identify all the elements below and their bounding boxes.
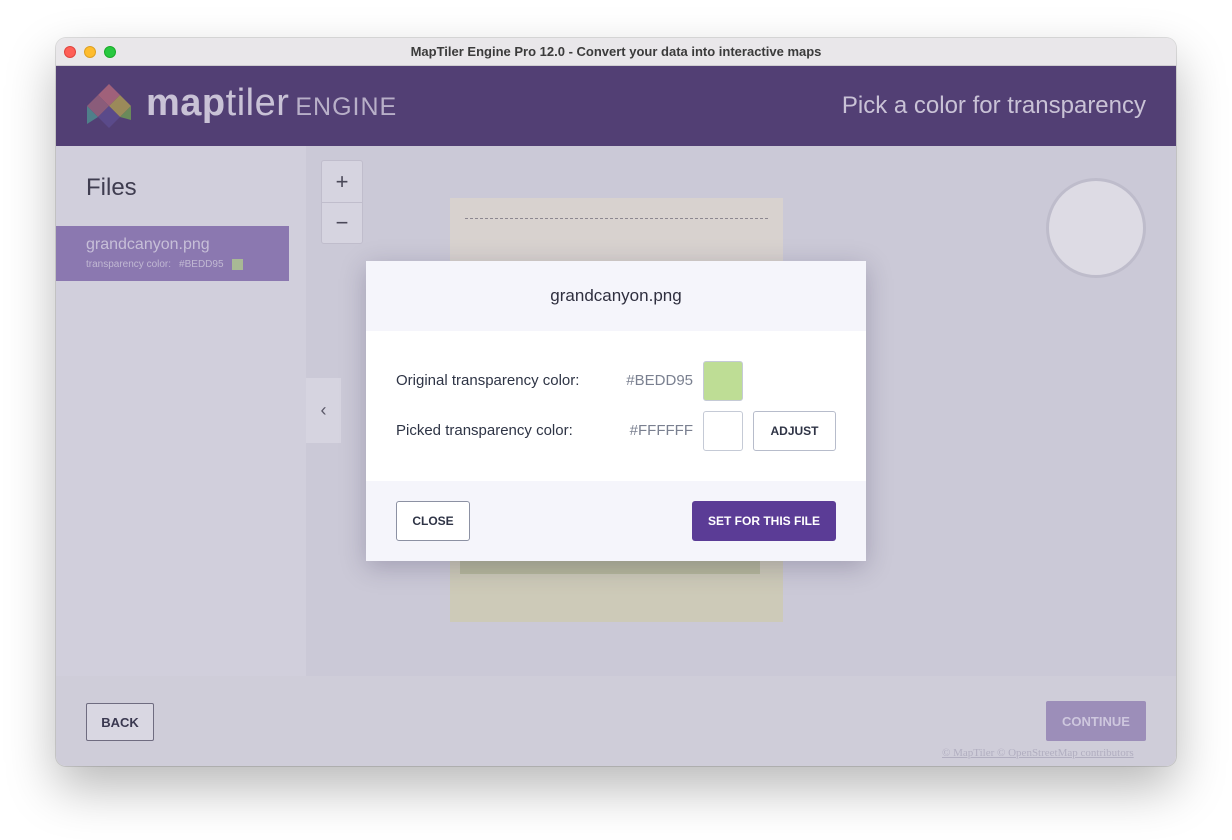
maptiler-logo-icon [87, 84, 131, 128]
original-color-swatch [703, 361, 743, 401]
close-button[interactable]: CLOSE [396, 501, 470, 541]
transparency-dialog: grandcanyon.png Original transparency co… [366, 261, 866, 561]
compass-circle[interactable] [1046, 178, 1146, 278]
app-footer: BACK CONTINUE © MapTiler © OpenStreetMap… [56, 676, 1176, 766]
continue-button[interactable]: CONTINUE [1046, 701, 1146, 741]
zoom-in-button[interactable]: + [322, 161, 362, 202]
zoom-control: + − [321, 160, 363, 244]
dialog-title: grandcanyon.png [366, 261, 866, 331]
original-color-value: #BEDD95 [626, 372, 693, 389]
plus-icon: + [335, 168, 349, 194]
picked-color-label: Picked transparency color: [396, 422, 573, 439]
transparency-color-label: transparency color: [86, 259, 172, 270]
files-heading: Files [86, 174, 137, 201]
picked-color-value: #FFFFFF [629, 422, 693, 439]
picked-color-row: Picked transparency color: #FFFFFF ADJUS… [396, 411, 836, 451]
page-title: Pick a color for transparency [841, 92, 1146, 119]
set-for-this-file-button[interactable]: SET FOR THIS FILE [692, 501, 836, 541]
files-sidebar: Files grandcanyon.png transparency color… [56, 146, 306, 676]
back-button[interactable]: BACK [86, 703, 154, 741]
minimize-window-button[interactable] [84, 46, 96, 58]
app-header: maptiler ENGINE Pick a color for transpar… [56, 66, 1176, 146]
picked-color-swatch[interactable] [703, 411, 743, 451]
transparency-color-value: #BEDD95 [179, 259, 224, 270]
file-name: grandcanyon.png [86, 236, 210, 253]
original-color-row: Original transparency color: #BEDD95 [396, 361, 836, 401]
map-image-bottom [450, 558, 783, 622]
chevron-left-icon: ‹ [320, 400, 327, 420]
adjust-button[interactable]: ADJUST [753, 411, 836, 451]
app-window: MapTiler Engine Pro 12.0 - Convert your … [56, 38, 1176, 766]
original-color-label: Original transparency color: [396, 372, 580, 389]
window-title: MapTiler Engine Pro 12.0 - Convert your … [410, 44, 822, 59]
title-bar: MapTiler Engine Pro 12.0 - Convert your … [56, 38, 1176, 66]
close-window-button[interactable] [64, 46, 76, 58]
collapse-sidebar-button[interactable]: ‹ [306, 378, 341, 443]
zoom-out-button[interactable]: − [322, 202, 362, 243]
file-transparency-meta: transparency color: #BEDD95 [86, 259, 243, 270]
dialog-footer: CLOSE SET FOR THIS FILE [366, 481, 866, 561]
map-attribution[interactable]: © MapTiler © OpenStreetMap contributors [942, 747, 1134, 759]
map-image-top [450, 198, 783, 258]
brand-wordmark: maptiler ENGINE [146, 82, 398, 124]
minus-icon: − [335, 210, 349, 235]
transparency-color-swatch [231, 259, 243, 270]
file-list-item[interactable]: grandcanyon.png transparency color: #BED… [56, 226, 289, 281]
window-controls [64, 46, 116, 58]
maximize-window-button[interactable] [104, 46, 116, 58]
dialog-body: Original transparency color: #BEDD95 Pic… [366, 331, 866, 481]
